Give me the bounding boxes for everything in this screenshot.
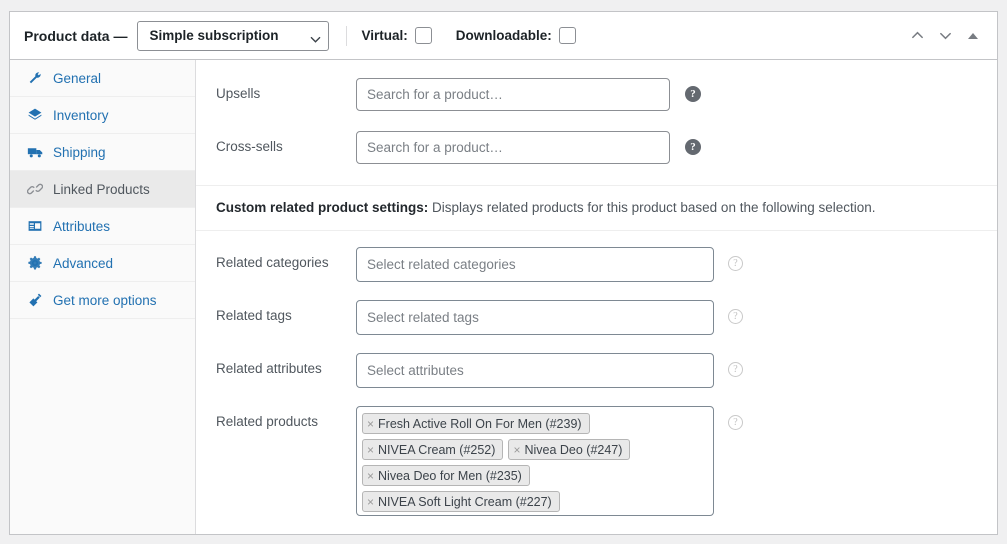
token-label: Nivea Deo (#247) xyxy=(524,443,622,457)
related-categories-help-icon[interactable]: ? xyxy=(728,256,743,271)
related-products-label: Related products xyxy=(216,406,356,429)
product-type-value: Simple subscription xyxy=(149,28,278,43)
upsells-label: Upsells xyxy=(216,78,356,101)
product-data-panel: Product data — Simple subscription Virtu… xyxy=(9,11,998,535)
move-down-button[interactable] xyxy=(931,22,959,50)
downloadable-label: Downloadable: xyxy=(456,28,552,43)
product-data-tabs: General Inventory Shipping Linked Produc… xyxy=(10,60,196,535)
related-tags-help-icon[interactable]: ? xyxy=(728,309,743,324)
linked-products-panel: Upsells Search for a product… ? Cross-se… xyxy=(196,60,997,535)
sidebar-item-advanced[interactable]: Advanced xyxy=(10,245,195,282)
virtual-checkbox-group[interactable]: Virtual: xyxy=(361,27,431,44)
related-products-help-icon[interactable]: ? xyxy=(728,415,743,430)
related-product-token[interactable]: × NIVEA Soft Light Cream (#227) xyxy=(362,491,560,512)
product-type-select[interactable]: Simple subscription xyxy=(137,21,329,51)
sidebar-item-shipping[interactable]: Shipping xyxy=(10,134,195,171)
cross-sells-help-icon[interactable]: ? xyxy=(685,139,701,155)
downloadable-checkbox[interactable] xyxy=(559,27,576,44)
related-tags-label: Related tags xyxy=(216,300,356,323)
related-tags-select[interactable]: Select related tags xyxy=(356,300,714,335)
sidebar-item-attributes[interactable]: Attributes xyxy=(10,208,195,245)
upsells-help-icon[interactable]: ? xyxy=(685,86,701,102)
virtual-label: Virtual: xyxy=(361,28,407,43)
related-product-token[interactable]: × Nivea Deo (#247) xyxy=(508,439,630,460)
related-product-token[interactable]: × Nivea Deo for Men (#235) xyxy=(362,465,530,486)
upsells-input[interactable]: Search for a product… xyxy=(356,78,670,111)
notice-strong: Custom related product settings: xyxy=(216,200,428,215)
related-categories-select[interactable]: Select related categories xyxy=(356,247,714,282)
link-icon xyxy=(26,180,44,198)
related-product-token[interactable]: × Fresh Active Roll On For Men (#239) xyxy=(362,413,590,434)
triangle-up-icon xyxy=(968,33,978,39)
header-divider xyxy=(346,26,347,46)
remove-token-icon[interactable]: × xyxy=(367,470,374,482)
related-categories-label: Related categories xyxy=(216,247,356,270)
field-upsells: Upsells Search for a product… ? xyxy=(196,60,997,111)
sidebar-item-label: Linked Products xyxy=(53,182,150,197)
related-attributes-select[interactable]: Select attributes xyxy=(356,353,714,388)
sidebar-item-inventory[interactable]: Inventory xyxy=(10,97,195,134)
field-related-attributes: Related attributes Select attributes ? xyxy=(196,335,997,388)
related-attributes-help-icon[interactable]: ? xyxy=(728,362,743,377)
field-cross-sells: Cross-sells Search for a product… ? xyxy=(196,111,997,185)
field-related-tags: Related tags Select related tags ? xyxy=(196,282,997,335)
box-icon xyxy=(26,106,44,124)
wrench-icon xyxy=(26,69,44,87)
related-attributes-label: Related attributes xyxy=(216,353,356,376)
related-product-token[interactable]: × NIVEA Cream (#252) xyxy=(362,439,503,460)
token-label: Nivea Deo for Men (#235) xyxy=(378,469,522,483)
remove-token-icon[interactable]: × xyxy=(367,444,374,456)
plugin-icon xyxy=(26,291,44,309)
table-icon xyxy=(26,217,44,235)
sidebar-item-label: Attributes xyxy=(53,219,110,234)
token-label: Fresh Active Roll On For Men (#239) xyxy=(378,417,582,431)
field-exclude-categories: Exclude categories Select categories ? xyxy=(196,516,997,535)
token-label: NIVEA Cream (#252) xyxy=(378,443,495,457)
sidebar-item-label: General xyxy=(53,71,101,86)
sidebar-item-linked-products[interactable]: Linked Products xyxy=(10,171,195,208)
field-related-products: Related products × Fresh Active Roll On F… xyxy=(196,388,997,516)
downloadable-checkbox-group[interactable]: Downloadable: xyxy=(456,27,576,44)
cross-sells-input[interactable]: Search for a product… xyxy=(356,131,670,164)
related-products-token-input[interactable]: × Fresh Active Roll On For Men (#239) × NIV… xyxy=(356,406,714,516)
sidebar-item-label: Advanced xyxy=(53,256,113,271)
virtual-checkbox[interactable] xyxy=(415,27,432,44)
cross-sells-label: Cross-sells xyxy=(216,131,356,154)
notice-text: Displays related products for this produ… xyxy=(428,200,875,215)
remove-token-icon[interactable]: × xyxy=(513,444,520,456)
panel-header: Product data — Simple subscription Virtu… xyxy=(10,12,997,60)
truck-icon xyxy=(26,143,44,161)
remove-token-icon[interactable]: × xyxy=(367,418,374,430)
sidebar-item-label: Inventory xyxy=(53,108,109,123)
field-related-categories: Related categories Select related catego… xyxy=(196,231,997,282)
chevron-down-icon xyxy=(310,33,319,42)
panel-actions xyxy=(903,12,987,59)
toggle-panel-button[interactable] xyxy=(959,22,987,50)
token-label: NIVEA Soft Light Cream (#227) xyxy=(378,495,552,509)
sidebar-item-label: Shipping xyxy=(53,145,106,160)
gear-icon xyxy=(26,254,44,272)
sidebar-item-label: Get more options xyxy=(53,293,157,308)
sidebar-item-general[interactable]: General xyxy=(10,60,195,97)
panel-body: General Inventory Shipping Linked Produc… xyxy=(10,60,997,535)
remove-token-icon[interactable]: × xyxy=(367,496,374,508)
page-title: Product data — xyxy=(24,28,127,44)
sidebar-item-get-more-options[interactable]: Get more options xyxy=(10,282,195,319)
move-up-button[interactable] xyxy=(903,22,931,50)
custom-related-settings-notice: Custom related product settings: Display… xyxy=(196,185,997,231)
